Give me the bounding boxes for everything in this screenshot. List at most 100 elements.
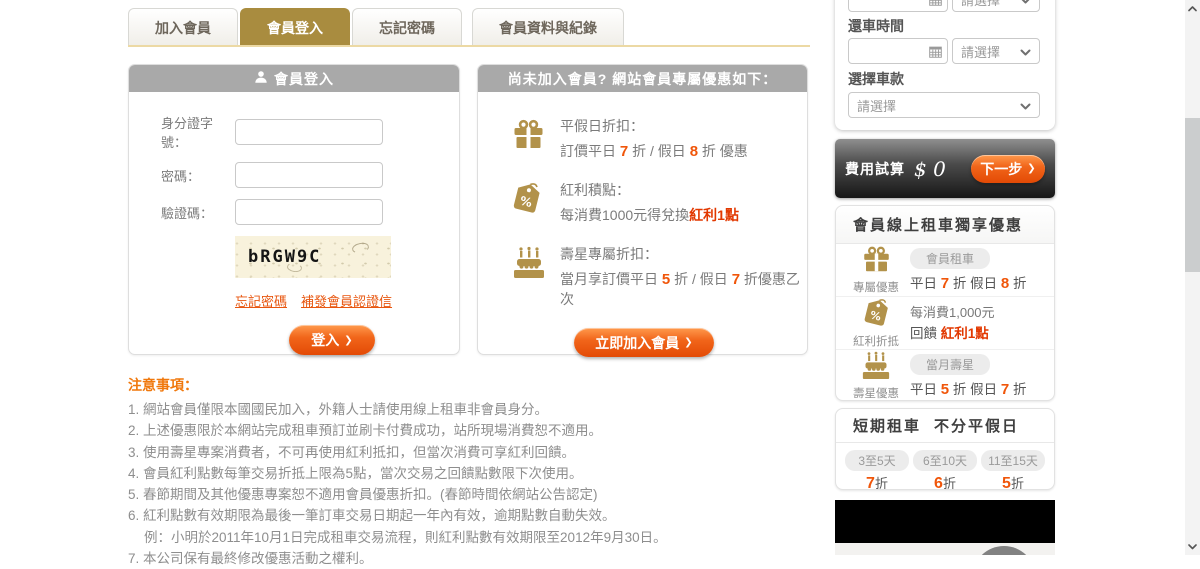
calendar-icon [929,0,942,11]
forgot-password-link[interactable]: 忘記密碼 [235,291,287,310]
promo-item-desc: 當月享訂價平日 5 折 / 假日 7 折優惠乙次 [560,269,807,309]
discount-number: 7 [866,475,875,492]
promo-item-desc: 訂價平日 7 折 / 假日 8 折 優惠 [560,141,748,161]
login-panel-header: 會員登入 [129,65,459,92]
join-member-button[interactable]: 立即加入會員 ❯ [574,328,714,357]
notes-title: 注意事項： [128,377,198,393]
percent-tag-icon: % [863,298,890,331]
text-segment: 訂價平日 [560,143,620,159]
benefit-badge: 當月壽星 [910,354,991,375]
discount-number: 5 [1002,475,1011,492]
captcha-input[interactable] [235,199,383,225]
select-value: 請選擇 [961,0,1001,8]
discount-number: 8 [689,143,699,160]
discount-number: 5 [661,271,671,288]
short-term-col: 11至15天 5折 [981,450,1045,493]
scrollbar-down-icon[interactable] [1185,539,1200,554]
fee-estimate-amount: $ 0 [914,156,946,181]
text-segment: 回饋 [910,326,941,341]
booking-sidebar: 請選擇 還車時間 請選擇 選擇車款 請選擇 費用試算 $ 0 下一步 ❯ 會員線… [835,0,1055,555]
days-badge: 6至10天 [913,450,977,471]
tab-member-records[interactable]: 會員資料與紀錄 [472,8,624,46]
promo-banner-image [835,500,1055,543]
promo-item-title: 紅利積點： [560,182,630,198]
benefit-badge: 會員租車 [910,248,991,269]
arrow-icon: ❯ [684,337,693,348]
short-term-title-left: 短期租車 [853,418,922,435]
gift-icon [512,118,548,155]
member-tabs: 加入會員 會員登入 忘記密碼 會員資料與紀錄 [128,8,626,46]
benefits-card-title: 會員線上租車獨享優惠 [836,206,1054,244]
discount-number: 6 [934,475,943,492]
pickup-time-select[interactable]: 請選擇 [952,0,1040,12]
tab-underline [128,45,810,47]
return-time-label: 還車時間 [848,18,904,34]
member-benefits-panel: 尚未加入會員? 網站會員專屬優惠如下： 平假日折扣： 訂價平日 7 折 / 假日… [477,64,808,357]
return-date-input[interactable] [848,38,948,64]
birthday-cake-icon [861,351,891,383]
login-panel: 會員登入 身分證字號： 密碼： 驗證碼： bRGW9C 忘記密碼 補發會員認證信… [128,64,460,355]
scrollbar[interactable] [1185,0,1200,555]
chevron-down-icon [1020,44,1031,59]
short-term-rental-card: 短期租車 不分平假日 3至5天 7折 6至10天 6折 11至15天 5折 [835,408,1055,493]
discount-number: 7 [731,271,741,288]
login-button[interactable]: 登入 ❯ [289,325,375,355]
note-item: 5. 春節期間及其他優惠專案恕不適用會員優惠折扣。(春節時間依網站公告認定) [128,487,598,503]
select-value: 請選擇 [961,44,1001,60]
notes-section: 注意事項： 1. 網站會員僅限本國國民加入，外籍人士請使用線上租車非會員身分。 … [128,375,748,569]
discount-value: 7折 [845,473,909,493]
captcha-label: 驗證碼： [161,205,214,221]
car-model-label: 選擇車款 [848,71,904,87]
tab-join-member[interactable]: 加入會員 [128,8,238,46]
text-segment: 折 [1009,276,1027,291]
password-input[interactable] [235,162,383,188]
id-number-input[interactable] [235,119,383,145]
car-model-select[interactable]: 請選擇 [848,92,1040,118]
resend-verification-link[interactable]: 補發會員認證信 [301,291,392,310]
promo-item-title: 平假日折扣： [560,118,644,134]
calendar-icon [929,45,942,63]
note-item-example: 例：小明於2011年10月1日完成租車交易流程，則紅利點數有效期限至2012年9… [144,529,667,545]
text-segment: 每消費1000元得兌換 [560,207,690,223]
days-badge: 11至15天 [981,450,1045,471]
next-button-label: 下一步 [980,160,1023,177]
benefit-row-exclusive: 專屬優惠 會員租車 平日 7 折 假日 8 折 [836,244,1054,297]
next-step-button[interactable]: 下一步 ❯ [971,154,1045,183]
tab-label: 忘記密碼 [379,19,435,36]
short-term-col: 3至5天 7折 [845,450,909,493]
discount-value: 5折 [981,473,1045,493]
tab-forgot-password[interactable]: 忘記密碼 [352,8,462,46]
member-online-benefits-card: 會員線上租車獨享優惠 專屬優惠 會員租車 平日 7 折 假日 8 折 % 紅利折… [835,205,1055,401]
tab-member-login[interactable]: 會員登入 [240,8,350,46]
percent-tag-icon: % [512,182,548,219]
bonus-points-text: 紅利1點 [940,326,989,341]
text-segment: 折 [942,476,956,491]
tab-label: 會員登入 [267,19,323,36]
chevron-down-icon [1020,98,1031,113]
promo-item-birthday-discount: 壽星專屬折扣： 當月享訂價平日 5 折 / 假日 7 折優惠乙次 [512,244,807,309]
arrow-icon: ❯ [1027,163,1036,174]
text-segment: 折 優惠 [698,143,748,159]
short-term-col: 6至10天 6折 [913,450,977,493]
text-segment: 折 假日 [949,276,1001,291]
text-segment: 折 / 假日 [670,271,732,287]
chevron-down-icon [1020,0,1031,7]
text-segment: 折 [874,476,888,491]
password-label: 密碼： [161,168,201,184]
scrollbar-thumb[interactable] [1185,118,1200,272]
pickup-date-input[interactable] [848,0,948,12]
return-time-select[interactable]: 請選擇 [952,38,1040,64]
discount-number: 7 [940,275,950,292]
note-item: 3. 使用壽星專案消費者，不可再使用紅利抵扣，但當次消費可享紅利回饋。 [128,444,576,460]
captcha-image: bRGW9C [235,236,391,278]
join-button-label: 立即加入會員 [595,334,680,351]
note-item: 7. 本公司保有最終修改優惠活動之權利。 [128,551,373,567]
scrollbar-up-icon[interactable] [1185,1,1200,16]
discount-number: 7 [1000,381,1010,398]
discount-value: 6折 [913,473,977,493]
tab-label: 會員資料與紀錄 [499,19,597,36]
short-term-title: 短期租車 不分平假日 [836,409,1054,443]
login-links: 忘記密碼 補發會員認證信 [235,291,459,310]
note-item: 4. 會員紅利點數每筆交易折抵上限為5點，當次交易之回饋點數限下次使用。 [128,465,583,481]
promo-item-weekday-discount: 平假日折扣： 訂價平日 7 折 / 假日 8 折 優惠 [512,116,807,161]
